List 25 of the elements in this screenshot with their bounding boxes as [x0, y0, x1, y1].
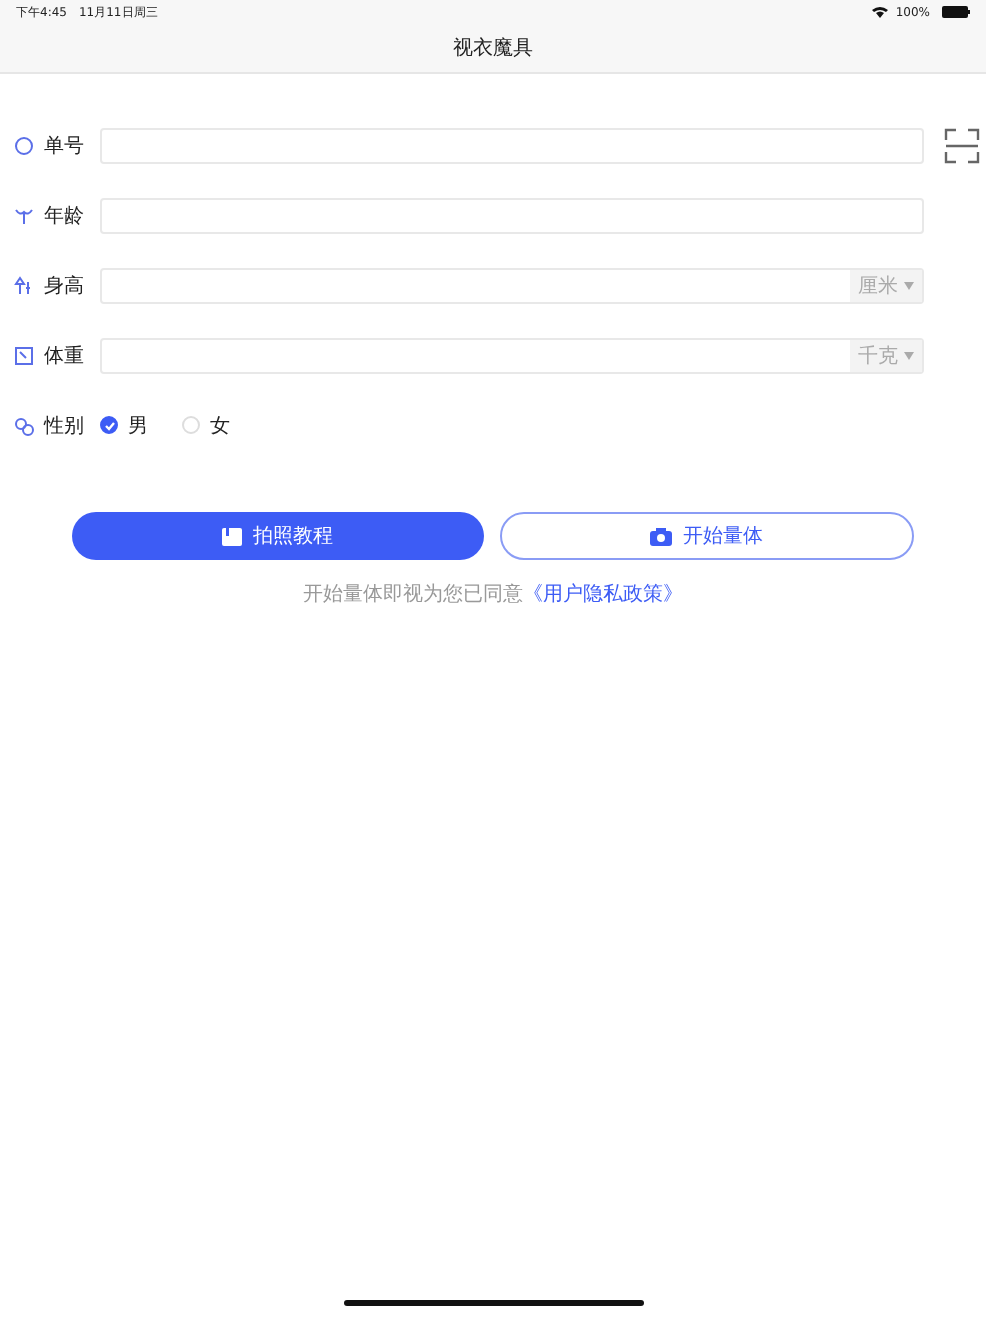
field-icon [14, 205, 34, 225]
gender-radio[interactable]: 女 [182, 411, 230, 439]
field-label: 身高 [44, 273, 86, 299]
field-label: 体重 [44, 343, 86, 369]
wifi-icon [871, 6, 888, 18]
field-label: 年龄 [44, 203, 86, 229]
field-label: 性别 [44, 413, 86, 439]
camera-icon [650, 527, 673, 545]
gender-radio[interactable]: 男 [100, 411, 148, 439]
caret-icon [904, 351, 914, 359]
battery-icon [942, 6, 970, 18]
tutorial-button[interactable]: 拍照教程 [72, 512, 483, 560]
privacy-link[interactable]: 《用户隐私政策》 [523, 584, 683, 606]
field-icon [14, 275, 34, 295]
start-button[interactable]: 开始量体 [499, 512, 914, 560]
gender-icon [14, 415, 34, 435]
caret-icon [904, 281, 914, 289]
field-label: 单号 [44, 133, 86, 159]
field-icon [14, 345, 34, 365]
book-icon [222, 527, 243, 545]
nav-title: 视衣魔具 [453, 35, 533, 62]
consent-text: 开始量体即视为您已同意 [303, 584, 523, 606]
check-icon [103, 419, 115, 431]
field-icon [14, 135, 34, 155]
scan-icon[interactable] [944, 127, 980, 163]
